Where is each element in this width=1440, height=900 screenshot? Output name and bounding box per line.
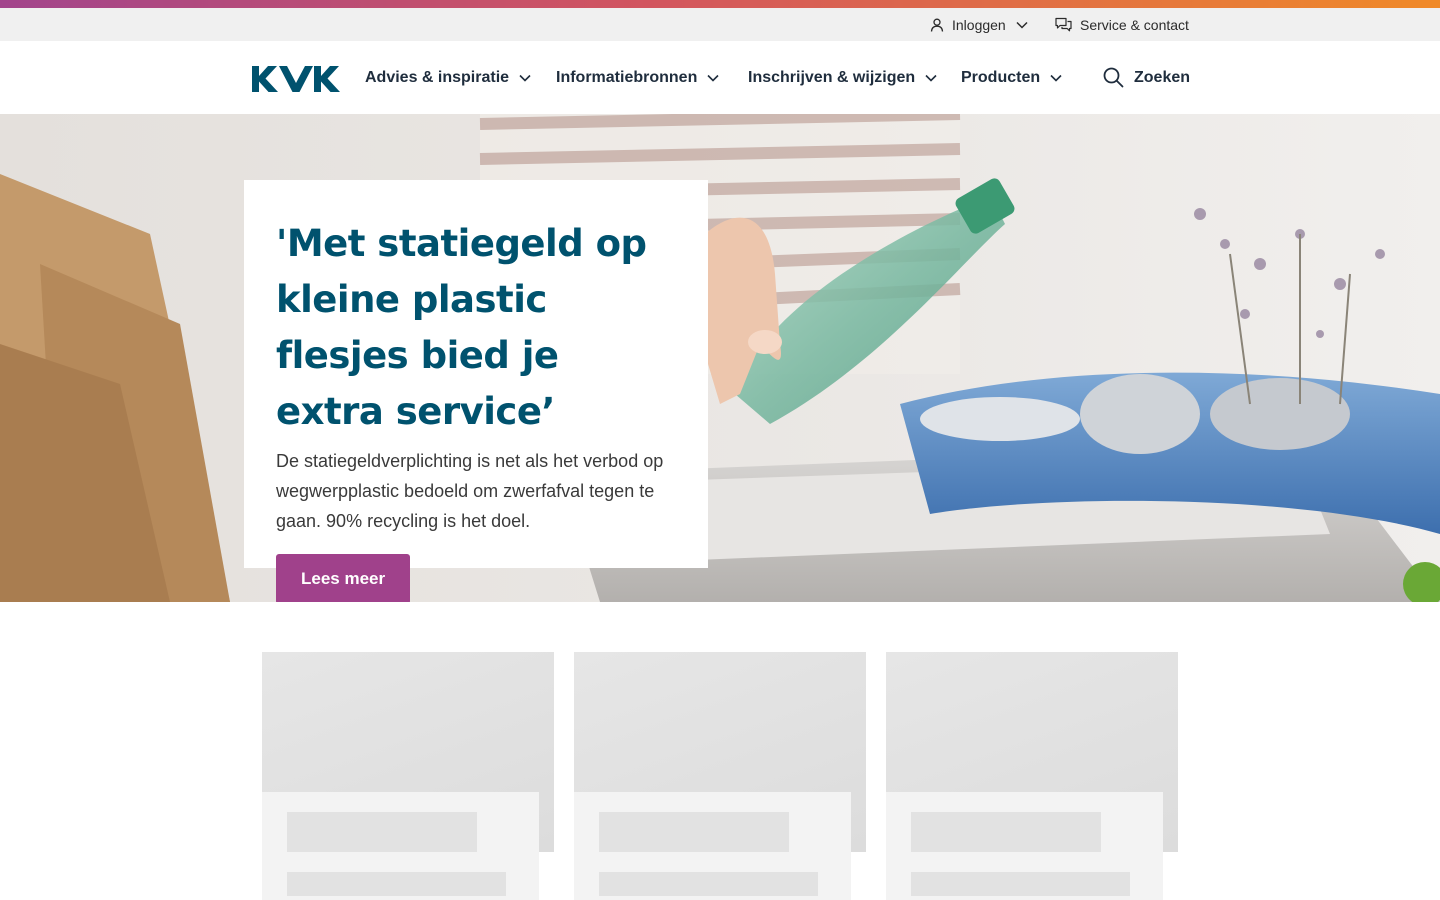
- login-label: Inloggen: [952, 16, 1006, 33]
- hero-banner: 'Met statiegeld op kleine plastic flesje…: [0, 114, 1440, 602]
- kvk-logo[interactable]: [252, 66, 340, 92]
- nav-item-label: Advies & inspiratie: [365, 68, 510, 86]
- nav-inschrijven-wijzigen[interactable]: Inschrijven & wijzigen: [748, 41, 937, 114]
- card-body-placeholder: [262, 792, 539, 900]
- nav-advies-inspiratie[interactable]: Advies & inspiratie: [365, 41, 531, 114]
- service-contact-label: Service & contact: [1080, 16, 1189, 33]
- card-body-placeholder: [574, 792, 851, 900]
- brand-stripe: [0, 0, 1440, 8]
- chevron-down-icon: [707, 74, 719, 82]
- lees-meer-button[interactable]: Lees meer: [276, 554, 411, 602]
- card-text-placeholder: [911, 872, 1130, 896]
- search-label: Zoeken: [1134, 68, 1191, 86]
- hero-text: De statiegeldverplichting is net als het…: [276, 451, 664, 531]
- chat-bubbles-icon: [1055, 17, 1072, 32]
- nav-item-label: Producten: [961, 68, 1041, 86]
- loading-card: [886, 652, 1178, 900]
- hero-image: [0, 114, 1440, 602]
- card-title-placeholder: [287, 812, 477, 852]
- card-text-placeholder: [287, 872, 506, 896]
- chevron-down-icon: [1050, 74, 1062, 82]
- utility-bar: Inloggen Service & contact: [0, 8, 1440, 41]
- user-icon: [930, 18, 944, 32]
- main-navigation: Advies & inspiratie Informatiebronnen In…: [0, 41, 1440, 114]
- loading-card: [574, 652, 866, 900]
- card-body-placeholder: [886, 792, 1163, 900]
- service-contact-link[interactable]: Service & contact: [1055, 8, 1189, 41]
- nav-producten[interactable]: Producten: [961, 41, 1062, 114]
- card-text-placeholder: [599, 872, 818, 896]
- hero-title: 'Met statiegeld op kleine plastic flesje…: [276, 222, 647, 433]
- search-icon: [1103, 67, 1124, 88]
- card-title-placeholder: [599, 812, 789, 852]
- nav-item-label: Inschrijven & wijzigen: [748, 68, 916, 86]
- card-title-placeholder: [911, 812, 1101, 852]
- chevron-down-icon: [925, 74, 937, 82]
- hero-card: 'Met statiegeld op kleine plastic flesje…: [244, 180, 708, 602]
- login-menu[interactable]: Inloggen: [930, 8, 1028, 41]
- nav-item-label: Informatiebronnen: [556, 68, 698, 86]
- loading-card: [262, 652, 554, 900]
- chevron-down-icon: [1016, 21, 1028, 29]
- search-button[interactable]: Zoeken: [1103, 41, 1190, 114]
- nav-informatiebronnen[interactable]: Informatiebronnen: [556, 41, 719, 114]
- chevron-down-icon: [519, 74, 531, 82]
